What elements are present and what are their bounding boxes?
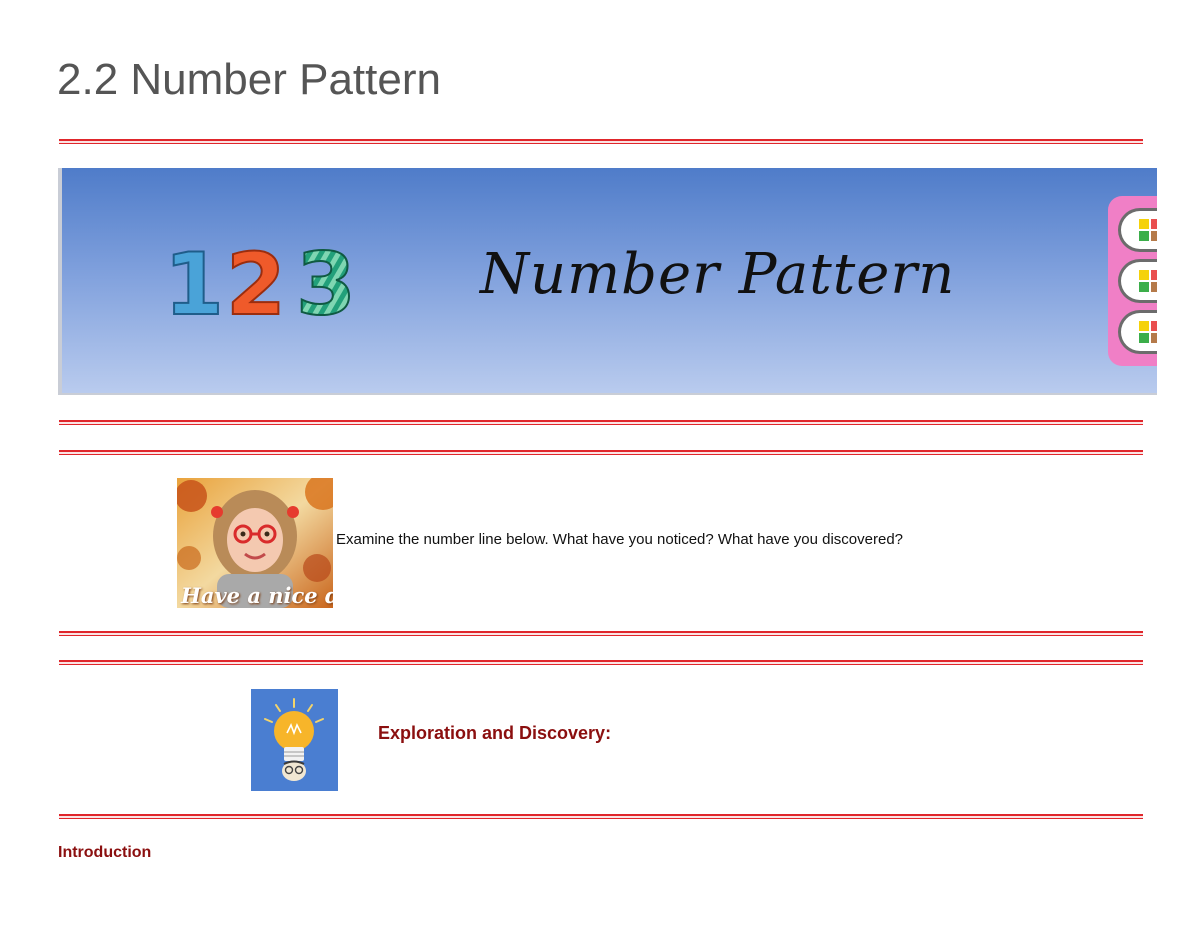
avatar-image: Have a nice day! (177, 478, 333, 608)
page-title: 2.2 Number Pattern (57, 55, 441, 104)
banner-digit-3: 3 (296, 235, 356, 324)
tile-icon (1118, 208, 1157, 252)
banner-digits-graphic: 1 2 3 (163, 234, 357, 324)
banner-digit-2: 2 (226, 235, 286, 324)
lightbulb-icon (251, 689, 338, 791)
banner-title: Number Pattern (480, 242, 956, 307)
tile-icon (1118, 259, 1157, 303)
divider-rule (59, 450, 1143, 455)
divider-rule (59, 631, 1143, 636)
divider-rule (59, 420, 1143, 425)
exploration-heading: Exploration and Discovery: (378, 723, 612, 743)
divider-rule (59, 814, 1143, 819)
banner-digit-1: 1 (164, 235, 224, 324)
avatar-caption: Have a nice day! (181, 583, 333, 608)
introduction-heading: Introduction (58, 844, 152, 861)
tile-icon (1118, 310, 1157, 354)
banner-side-panel (1108, 196, 1157, 366)
exploration-prompt: Examine the number line below. What have… (336, 531, 903, 548)
divider-rule (59, 660, 1143, 665)
divider-rule (59, 139, 1143, 144)
banner-image: 1 2 3 Number Pattern (58, 168, 1157, 395)
